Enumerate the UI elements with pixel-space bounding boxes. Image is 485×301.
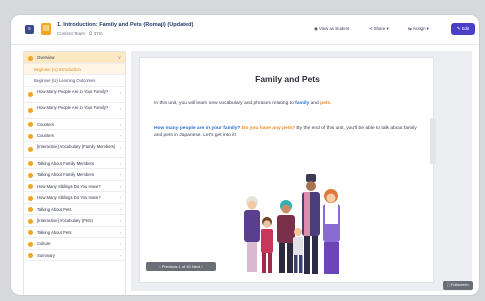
sidebar-item-label: Counters <box>37 133 54 138</box>
sidebar-item[interactable]: Talking About Family Members › <box>24 169 125 181</box>
sidebar-item-label: Beginner (U) Introduction <box>34 66 81 72</box>
sidebar-item-label: How Many People Are in Your Family? <box>37 104 109 110</box>
chevron-right-icon: › <box>119 133 122 138</box>
sidebar-item-label: Beginner (U) Learning Outcomes <box>34 78 96 83</box>
chevron-down-icon: ▾ <box>385 26 389 31</box>
share-button[interactable]: ⋖ Share ▾ <box>369 24 389 34</box>
sidebar-item[interactable]: [Interactive] Vocabulary (Family Members… <box>24 142 125 158</box>
sidebar-item[interactable]: Beginner (U) Learning Outcomes <box>24 75 125 87</box>
intro-paragraph: In this unit, you will learn new vocabul… <box>154 101 332 106</box>
chevron-right-icon: › <box>119 121 122 127</box>
sidebar-item[interactable]: Culture › <box>24 238 125 250</box>
course-meta: Content Team · ⏱ 37m <box>57 31 103 36</box>
screenshot-frame: ≡ ▤ 1. Introduction: Family and Pets (Ro… <box>0 0 485 301</box>
sidebar-item-label: Talking About Family Members <box>37 160 95 166</box>
slide-side-tab[interactable] <box>430 118 436 164</box>
chevron-right-icon: › <box>119 252 122 258</box>
fullscreen-button[interactable]: ⛶ Fullscreen <box>443 281 473 290</box>
chevron-right-icon: › <box>119 241 122 246</box>
lesson-status-icon <box>28 92 33 97</box>
family-illustration <box>244 174 340 274</box>
lesson-status-icon <box>28 161 33 166</box>
chevron-right-icon: › <box>119 144 122 150</box>
chevron-right-icon: › <box>119 172 122 177</box>
course-title: 1. Introduction: Family and Pets (Romaji… <box>57 22 194 28</box>
chevron-right-icon: › <box>119 229 122 235</box>
chevron-right-icon: › <box>119 105 122 111</box>
sidebar-item[interactable]: Beginner (U) Introduction <box>24 63 125 75</box>
lesson-status-icon <box>28 172 33 178</box>
sidebar-item[interactable]: How Many Siblings Do You Have? › <box>24 192 125 204</box>
content-area: Family and Pets In this unit, you will l… <box>131 51 472 291</box>
chevron-right-icon: › <box>119 218 122 223</box>
top-bar: ≡ ▤ 1. Introduction: Family and Pets (Ro… <box>11 15 479 45</box>
sidebar-item[interactable]: Counters › <box>24 119 125 130</box>
lesson-status-icon <box>28 122 33 127</box>
chevron-right-icon: › <box>119 183 122 189</box>
chevron-down-icon: ▾ <box>425 26 429 31</box>
slide-title: Family and Pets <box>255 74 320 84</box>
sidebar-item-label: How Many Siblings Do You Have? <box>37 195 101 200</box>
assign-button[interactable]: ⇆ Assign ▾ <box>408 24 429 34</box>
sidebar-item-label: How Many People Are in Your Family? <box>37 88 109 94</box>
sidebar-item-label: Counters <box>37 121 54 127</box>
sidebar-item[interactable]: Counters › <box>24 130 125 142</box>
sidebar-item[interactable]: How Many People Are in Your Family? › <box>24 87 125 103</box>
edit-button[interactable]: ✎ Edit <box>451 23 475 35</box>
app-logo-icon[interactable]: ≡ <box>25 25 34 34</box>
sidebar-item-label: How Many Siblings Do You Have? <box>37 183 101 189</box>
sidebar-item-label: Culture <box>37 241 51 246</box>
sidebar-item[interactable]: Overview ∨ <box>24 52 125 64</box>
sidebar-item[interactable]: Talking About Pets › <box>24 227 125 238</box>
lesson-sidebar: Overview ∨ Beginner (U) Introduction Beginn… <box>23 51 126 295</box>
sidebar-item[interactable]: How Many People Are in Your Family? › <box>24 103 125 119</box>
lesson-status-icon <box>28 218 33 224</box>
chevron-right-icon: › <box>119 206 122 212</box>
lesson-status-icon <box>28 253 33 258</box>
lesson-status-icon <box>28 55 33 61</box>
chevron-right-icon: › <box>119 160 122 166</box>
slide-pager[interactable]: ‹ Previous 1 of 43 Next › <box>146 262 216 271</box>
sidebar-item-label: Overview <box>37 55 55 60</box>
lesson-status-icon <box>28 133 33 139</box>
sidebar-item[interactable]: Talking About Family Members › <box>24 158 125 169</box>
lesson-status-icon <box>28 108 33 113</box>
sidebar-item-label: [Interactive] Vocabulary (Family Members… <box>37 143 116 149</box>
sidebar-item-label: Summary <box>37 252 55 258</box>
sidebar-item-label: Talking About Pets <box>37 229 72 235</box>
lesson-status-icon <box>28 241 33 247</box>
lesson-status-icon <box>28 207 33 212</box>
lesson-status-icon <box>28 230 33 235</box>
sidebar-item-label: Talking About Family Members <box>37 172 95 177</box>
sidebar-item[interactable]: Talking About Pets › <box>24 204 125 215</box>
sidebar-item[interactable]: [Interactive] Vocabulary (Pets) › <box>24 215 125 227</box>
lesson-status-icon <box>28 195 33 201</box>
view-as-student-button[interactable]: ◉ View as student <box>314 24 349 34</box>
chevron-right-icon: › <box>119 195 122 200</box>
sidebar-item[interactable]: How Many Siblings Do You Have? › <box>24 181 125 192</box>
sidebar-item[interactable]: Summary › <box>24 250 125 261</box>
sidebar-item-label: Talking About Pets <box>37 206 72 212</box>
app-window: ≡ ▤ 1. Introduction: Family and Pets (Ro… <box>10 14 480 296</box>
question-paragraph: How many people are in your family? Do y… <box>154 126 417 138</box>
chevron-down-icon: ∨ <box>117 55 121 60</box>
slide: Family and Pets In this unit, you will l… <box>139 57 436 283</box>
chevron-right-icon: › <box>119 89 122 95</box>
lesson-status-icon <box>28 184 33 189</box>
course-icon: ▤ <box>41 23 51 35</box>
lesson-status-icon <box>28 147 33 152</box>
sidebar-item-label: [Interactive] Vocabulary (Pets) <box>37 218 93 223</box>
